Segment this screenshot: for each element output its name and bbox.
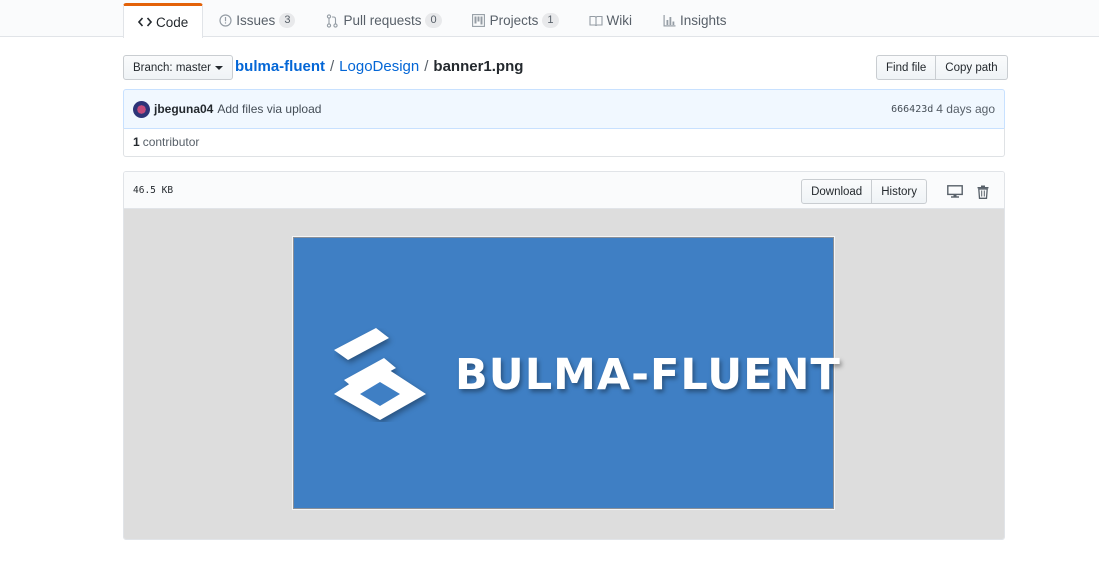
file-action-buttons: Download History xyxy=(801,179,927,204)
avatar[interactable] xyxy=(133,100,150,118)
breadcrumb-folder-link[interactable]: LogoDesign xyxy=(339,58,419,75)
tab-label: Projects xyxy=(489,13,539,28)
file-header: 46.5 KB Download History xyxy=(124,172,1004,209)
tab-label: Code xyxy=(156,14,189,30)
contributors-summary[interactable]: 1 contributor xyxy=(123,128,1005,157)
tab-wiki[interactable]: Wiki xyxy=(574,3,648,37)
tab-projects[interactable]: Projects 1 xyxy=(457,3,574,37)
find-file-button[interactable]: Find file xyxy=(876,55,937,80)
graph-icon xyxy=(662,14,676,28)
tab-label: Pull requests xyxy=(343,13,422,28)
download-button[interactable]: Download xyxy=(801,179,873,204)
tab-label: Wiki xyxy=(606,13,633,28)
commit-author-link[interactable]: jbeguna04 xyxy=(154,102,213,116)
banner-logo-text: BULMA-FLUENT xyxy=(455,350,841,400)
trash-icon[interactable] xyxy=(973,182,993,202)
banner-image: BULMA-FLUENT xyxy=(293,237,840,509)
breadcrumb-separator: / xyxy=(424,58,429,75)
image-viewer: BULMA-FLUENT xyxy=(124,209,1004,539)
tab-label: Insights xyxy=(680,13,727,28)
code-icon xyxy=(138,15,152,29)
tab-issues[interactable]: Issues 3 xyxy=(203,3,310,37)
issue-icon xyxy=(218,14,232,28)
branch-label: Branch: xyxy=(133,61,173,74)
copy-path-button[interactable]: Copy path xyxy=(936,55,1008,80)
breadcrumb-file-name: banner1.png xyxy=(433,58,524,75)
issues-counter: 3 xyxy=(279,13,296,28)
file-nav-buttons: Find file Copy path xyxy=(876,55,1008,80)
commit-message-link[interactable]: Add files via upload xyxy=(217,102,321,116)
commit-time: 4 days ago xyxy=(936,102,995,116)
breadcrumb-repo-link[interactable]: bulma-fluent xyxy=(235,58,325,75)
file-size: 46.5 KB xyxy=(133,185,174,196)
file-box: 46.5 KB Download History BULMA-FLUENT xyxy=(123,171,1005,540)
tab-label: Issues xyxy=(236,13,276,28)
projects-counter: 1 xyxy=(542,13,559,28)
pull-request-icon xyxy=(325,13,339,28)
repo-nav-bar: Code Issues 3 Pull requests 0 Projects 1 xyxy=(0,0,1099,38)
bulma-fluent-logo-mark xyxy=(334,328,426,420)
breadcrumb-separator: / xyxy=(330,58,335,75)
branch-name: master xyxy=(175,61,211,74)
book-icon xyxy=(588,14,603,28)
file-actions: Download History xyxy=(801,179,993,204)
repo-tabs: Code Issues 3 Pull requests 0 Projects 1 xyxy=(123,3,742,38)
commit-tease: jbeguna04 Add files via upload 666423d 4… xyxy=(123,89,1005,129)
history-button[interactable]: History xyxy=(872,179,927,204)
contributor-label: contributor xyxy=(142,135,200,149)
commit-sha-link[interactable]: 666423d xyxy=(891,104,933,115)
breadcrumb: bulma-fluent / LogoDesign / banner1.png xyxy=(235,58,523,75)
tab-pull-requests[interactable]: Pull requests 0 xyxy=(310,3,456,37)
tab-code[interactable]: Code xyxy=(123,3,204,38)
contributor-count: 1 xyxy=(133,135,140,149)
caret-down-icon xyxy=(215,65,223,70)
branch-select-button[interactable]: Branch: master xyxy=(123,55,233,80)
tab-insights[interactable]: Insights xyxy=(647,3,742,37)
commit-meta: 666423d 4 days ago xyxy=(891,102,995,116)
pull-requests-counter: 0 xyxy=(425,13,442,28)
project-icon xyxy=(472,14,486,28)
desktop-icon[interactable] xyxy=(945,182,965,202)
